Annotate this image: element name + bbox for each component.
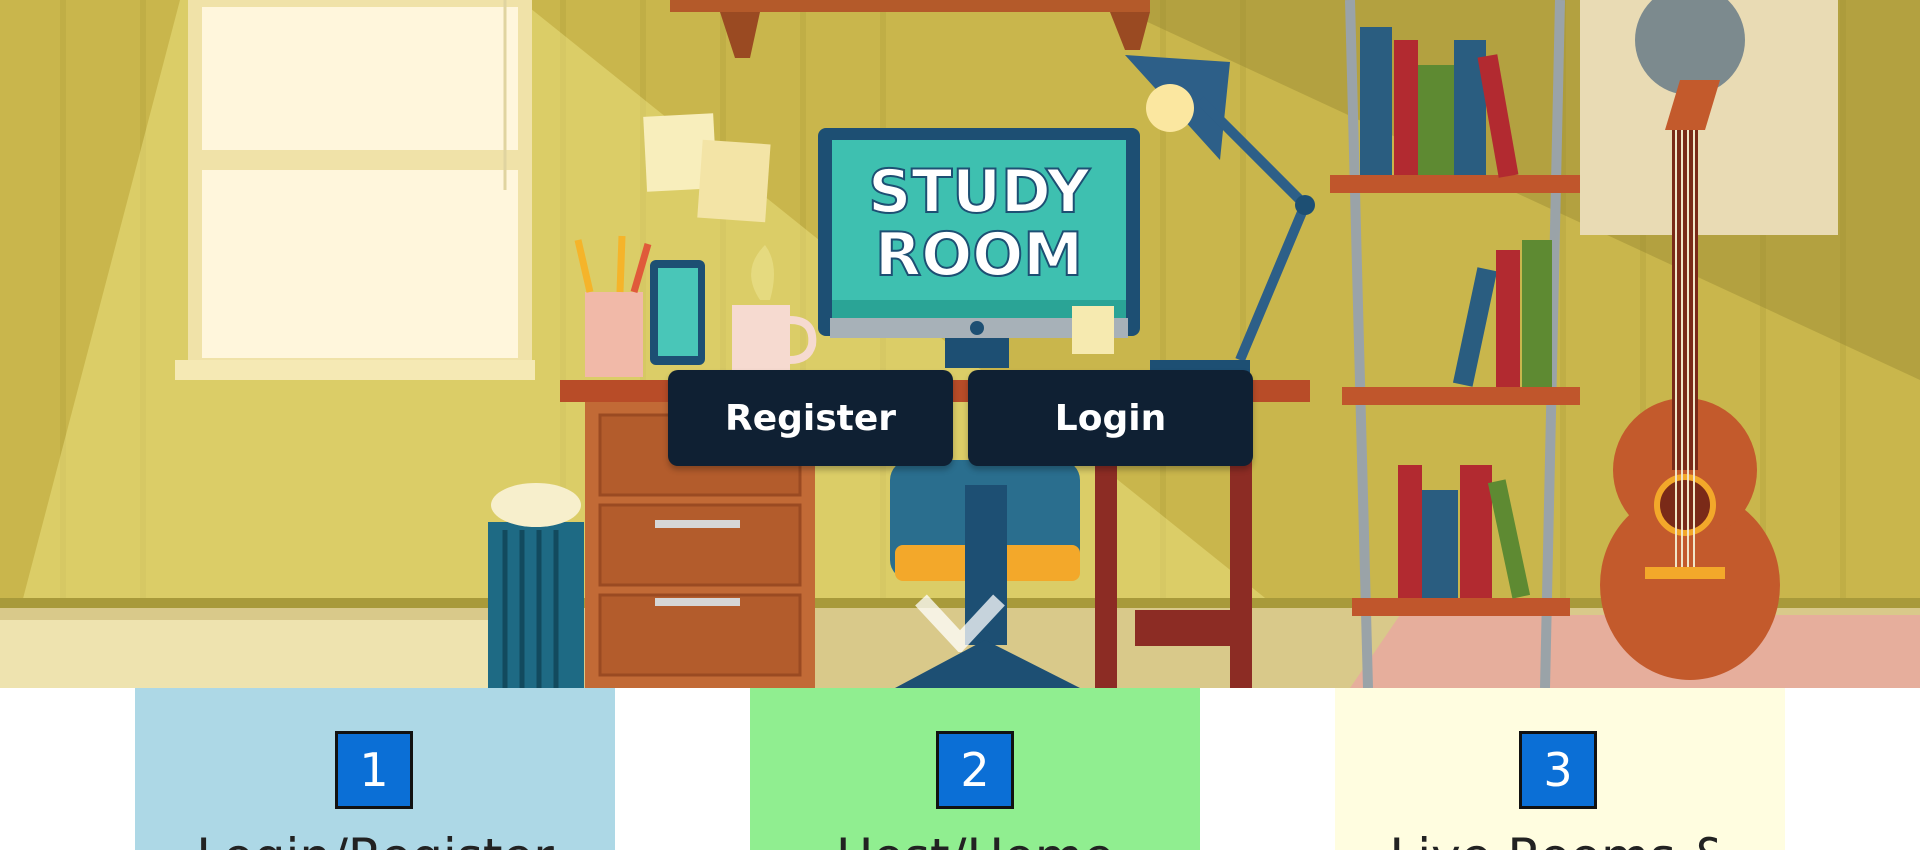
study-room-illustration: STUDY ROOM [0, 0, 1920, 688]
step-number-badge: 1 [335, 731, 413, 809]
step-title: Host/Home [750, 828, 1200, 850]
step-number-badge: 2 [936, 731, 1014, 809]
step-title: Login/Register [135, 828, 615, 850]
step-card-live-rooms: 3 Live Rooms & [1335, 688, 1785, 850]
step-title: Live Rooms & [1335, 828, 1785, 850]
step-number-badge: 3 [1519, 731, 1597, 809]
svg-text:STUDY: STUDY [868, 157, 1091, 227]
hero-banner: STUDY ROOM Register Login [0, 0, 1920, 688]
login-button[interactable]: Login [968, 370, 1253, 466]
step-card-host-home: 2 Host/Home [750, 688, 1200, 850]
step-card-login-register: 1 Login/Register [135, 688, 615, 850]
chevron-down-icon[interactable] [915, 592, 1005, 652]
register-button[interactable]: Register [668, 370, 953, 466]
svg-text:ROOM: ROOM [875, 220, 1083, 290]
